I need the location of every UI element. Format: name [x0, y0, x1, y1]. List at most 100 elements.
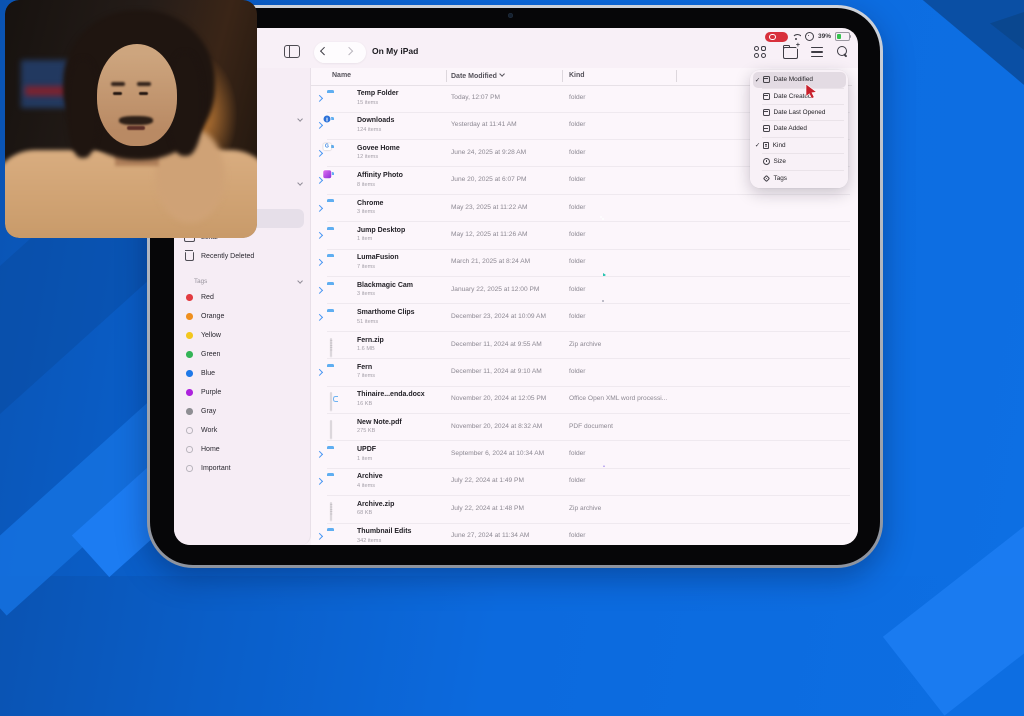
tag-dot-icon [186, 313, 193, 320]
tag-dot-icon [186, 351, 193, 358]
back-button[interactable] [321, 48, 327, 54]
sidebar-section-header-tags[interactable]: Tags [194, 274, 302, 288]
disclosure-chevron-icon[interactable] [316, 478, 323, 485]
sidebar-item-gray[interactable]: Gray [180, 402, 304, 421]
disclosure-chevron-icon[interactable] [316, 122, 323, 129]
search-button[interactable] [837, 46, 847, 56]
sidebar-item-important[interactable]: Important [180, 459, 304, 478]
battery-icon [835, 32, 850, 41]
tag-dot-icon [186, 408, 193, 415]
file-meta: 12 items [357, 154, 378, 160]
menu-item-kind[interactable]: ✓ Kind [753, 137, 846, 153]
disclosure-chevron-icon[interactable] [316, 287, 323, 294]
tag-icon [762, 174, 769, 181]
disclosure-chevron-icon[interactable] [316, 259, 323, 266]
file-kind: folder [569, 450, 586, 457]
sidebar-toggle-button[interactable] [284, 45, 300, 58]
presenter-hair-left [67, 58, 99, 158]
presenter-brows [111, 82, 125, 86]
file-date-modified: June 24, 2025 at 9:28 AM [451, 149, 526, 156]
menu-item-size[interactable]: Size [753, 153, 846, 169]
view-options-button[interactable] [754, 46, 766, 58]
chevron-down-icon [297, 180, 303, 186]
tag-dot-icon [186, 370, 193, 377]
checkmark-icon: ✓ [753, 141, 763, 149]
sidebar-item-purple[interactable]: Purple [180, 383, 304, 402]
table-row-smarthome-clips[interactable]: Smarthome Clips 51 items December 23, 20… [311, 304, 858, 331]
list-view-icon [811, 47, 823, 57]
disclosure-chevron-icon[interactable] [316, 533, 323, 540]
column-header-name[interactable]: Name [332, 72, 351, 79]
tag-dot-icon [186, 332, 193, 339]
file-meta: 15 items [357, 100, 378, 106]
table-row-new-note-pdf[interactable]: New Note.pdf 275 KB November 20, 2024 at… [311, 414, 858, 441]
file-kind: folder [569, 286, 586, 293]
file-kind: folder [569, 258, 586, 265]
file-date-modified: May 12, 2025 at 11:26 AM [451, 231, 528, 238]
sidebar-item-red[interactable]: Red [180, 288, 304, 307]
disclosure-chevron-icon[interactable] [316, 95, 323, 102]
sidebar-item-home[interactable]: Home [180, 440, 304, 459]
chevron-down-icon [297, 278, 303, 284]
file-meta: 51 items [357, 319, 378, 325]
menu-item-date-modified[interactable]: ✓ Date Modified [753, 72, 846, 88]
menu-item-date-created[interactable]: Date Created [753, 88, 846, 104]
table-row-thumbnail-edits[interactable]: Thumbnail Edits 342 items June 27, 2024 … [311, 523, 858, 545]
list-view-button[interactable] [811, 47, 823, 57]
file-meta: 275 KB [357, 428, 375, 434]
table-row-fern-zip[interactable]: Fern.zip 1.6 MB December 11, 2024 at 9:5… [311, 332, 858, 359]
file-date-modified: July 22, 2024 at 1:48 PM [451, 505, 524, 512]
menu-item-tags[interactable]: Tags [753, 170, 846, 186]
pointer-cursor [805, 84, 818, 100]
file-kind: folder [569, 94, 586, 101]
sidebar-item-yellow[interactable]: Yellow [180, 326, 304, 345]
screen-recording-indicator-icon[interactable] [765, 32, 788, 42]
disclosure-chevron-icon[interactable] [316, 451, 323, 458]
table-row-jump-desktop[interactable]: Jump Desktop 1 item May 12, 2025 at 11:2… [311, 222, 858, 249]
table-row-fern[interactable]: Fern 7 items December 11, 2024 at 9:10 A… [311, 359, 858, 386]
table-row-blackmagic-cam[interactable]: Blackmagic Cam 3 items January 22, 2025 … [311, 277, 858, 304]
file-name: Fern [357, 364, 372, 371]
file-kind: Zip archive [569, 341, 601, 348]
sidebar-item-work[interactable]: Work [180, 421, 304, 440]
zip-file-icon [330, 502, 332, 521]
tag-dot-icon [186, 294, 193, 301]
table-row-chrome[interactable]: Chrome 3 items May 23, 2025 at 11:22 AM … [311, 195, 858, 222]
disclosure-chevron-icon[interactable] [316, 369, 323, 376]
calendar-icon [763, 76, 770, 83]
disclosure-chevron-icon[interactable] [316, 232, 323, 239]
sort-chevron-down-icon [499, 71, 505, 77]
file-name: Temp Folder [357, 90, 398, 97]
disclosure-chevron-icon[interactable] [316, 205, 323, 212]
table-row-archive-zip[interactable]: Archive.zip 68 KB July 22, 2024 at 1:48 … [311, 496, 858, 523]
new-folder-button[interactable] [783, 47, 798, 59]
file-date-modified: June 20, 2025 at 6:07 PM [451, 176, 527, 183]
file-meta: 16 KB [357, 401, 372, 407]
forward-button[interactable] [346, 48, 352, 54]
disclosure-chevron-icon[interactable] [316, 177, 323, 184]
sidebar-item-green[interactable]: Green [180, 345, 304, 364]
menu-item-date-added[interactable]: Date Added [753, 121, 846, 137]
table-row-thinaire-enda-docx[interactable]: Thinaire...enda.docx 16 KB November 20, … [311, 386, 858, 413]
table-row-lumafusion[interactable]: LumaFusion 7 items March 21, 2025 at 8:2… [311, 249, 858, 276]
menu-item-date-last-opened[interactable]: Date Last Opened [753, 104, 846, 120]
file-name: UPDF [357, 446, 376, 453]
sidebar-item-recently-deleted[interactable]: Recently Deleted [180, 247, 304, 266]
table-row-archive[interactable]: Archive 4 items July 22, 2024 at 1:49 PM… [311, 468, 858, 495]
table-row-updf[interactable]: UPDF 1 item September 6, 2024 at 10:34 A… [311, 441, 858, 468]
disclosure-chevron-icon[interactable] [316, 314, 323, 321]
column-header-date-modified[interactable]: Date Modified [451, 72, 504, 80]
search-icon [837, 46, 847, 56]
file-kind: folder [569, 149, 586, 156]
files-app-window: 39% On My iPad Favorites [174, 28, 858, 545]
file-date-modified: Yesterday at 11:41 AM [451, 121, 517, 128]
column-header-kind[interactable]: Kind [569, 72, 585, 79]
sidebar-item-orange[interactable]: Orange [180, 307, 304, 326]
file-name: Archive [357, 473, 383, 480]
checkmark-icon: ✓ [753, 76, 763, 84]
front-camera-icon [508, 13, 513, 18]
wifi-icon [792, 33, 801, 40]
chevron-left-icon [320, 47, 329, 56]
sidebar-item-blue[interactable]: Blue [180, 364, 304, 383]
disclosure-chevron-icon[interactable] [316, 150, 323, 157]
